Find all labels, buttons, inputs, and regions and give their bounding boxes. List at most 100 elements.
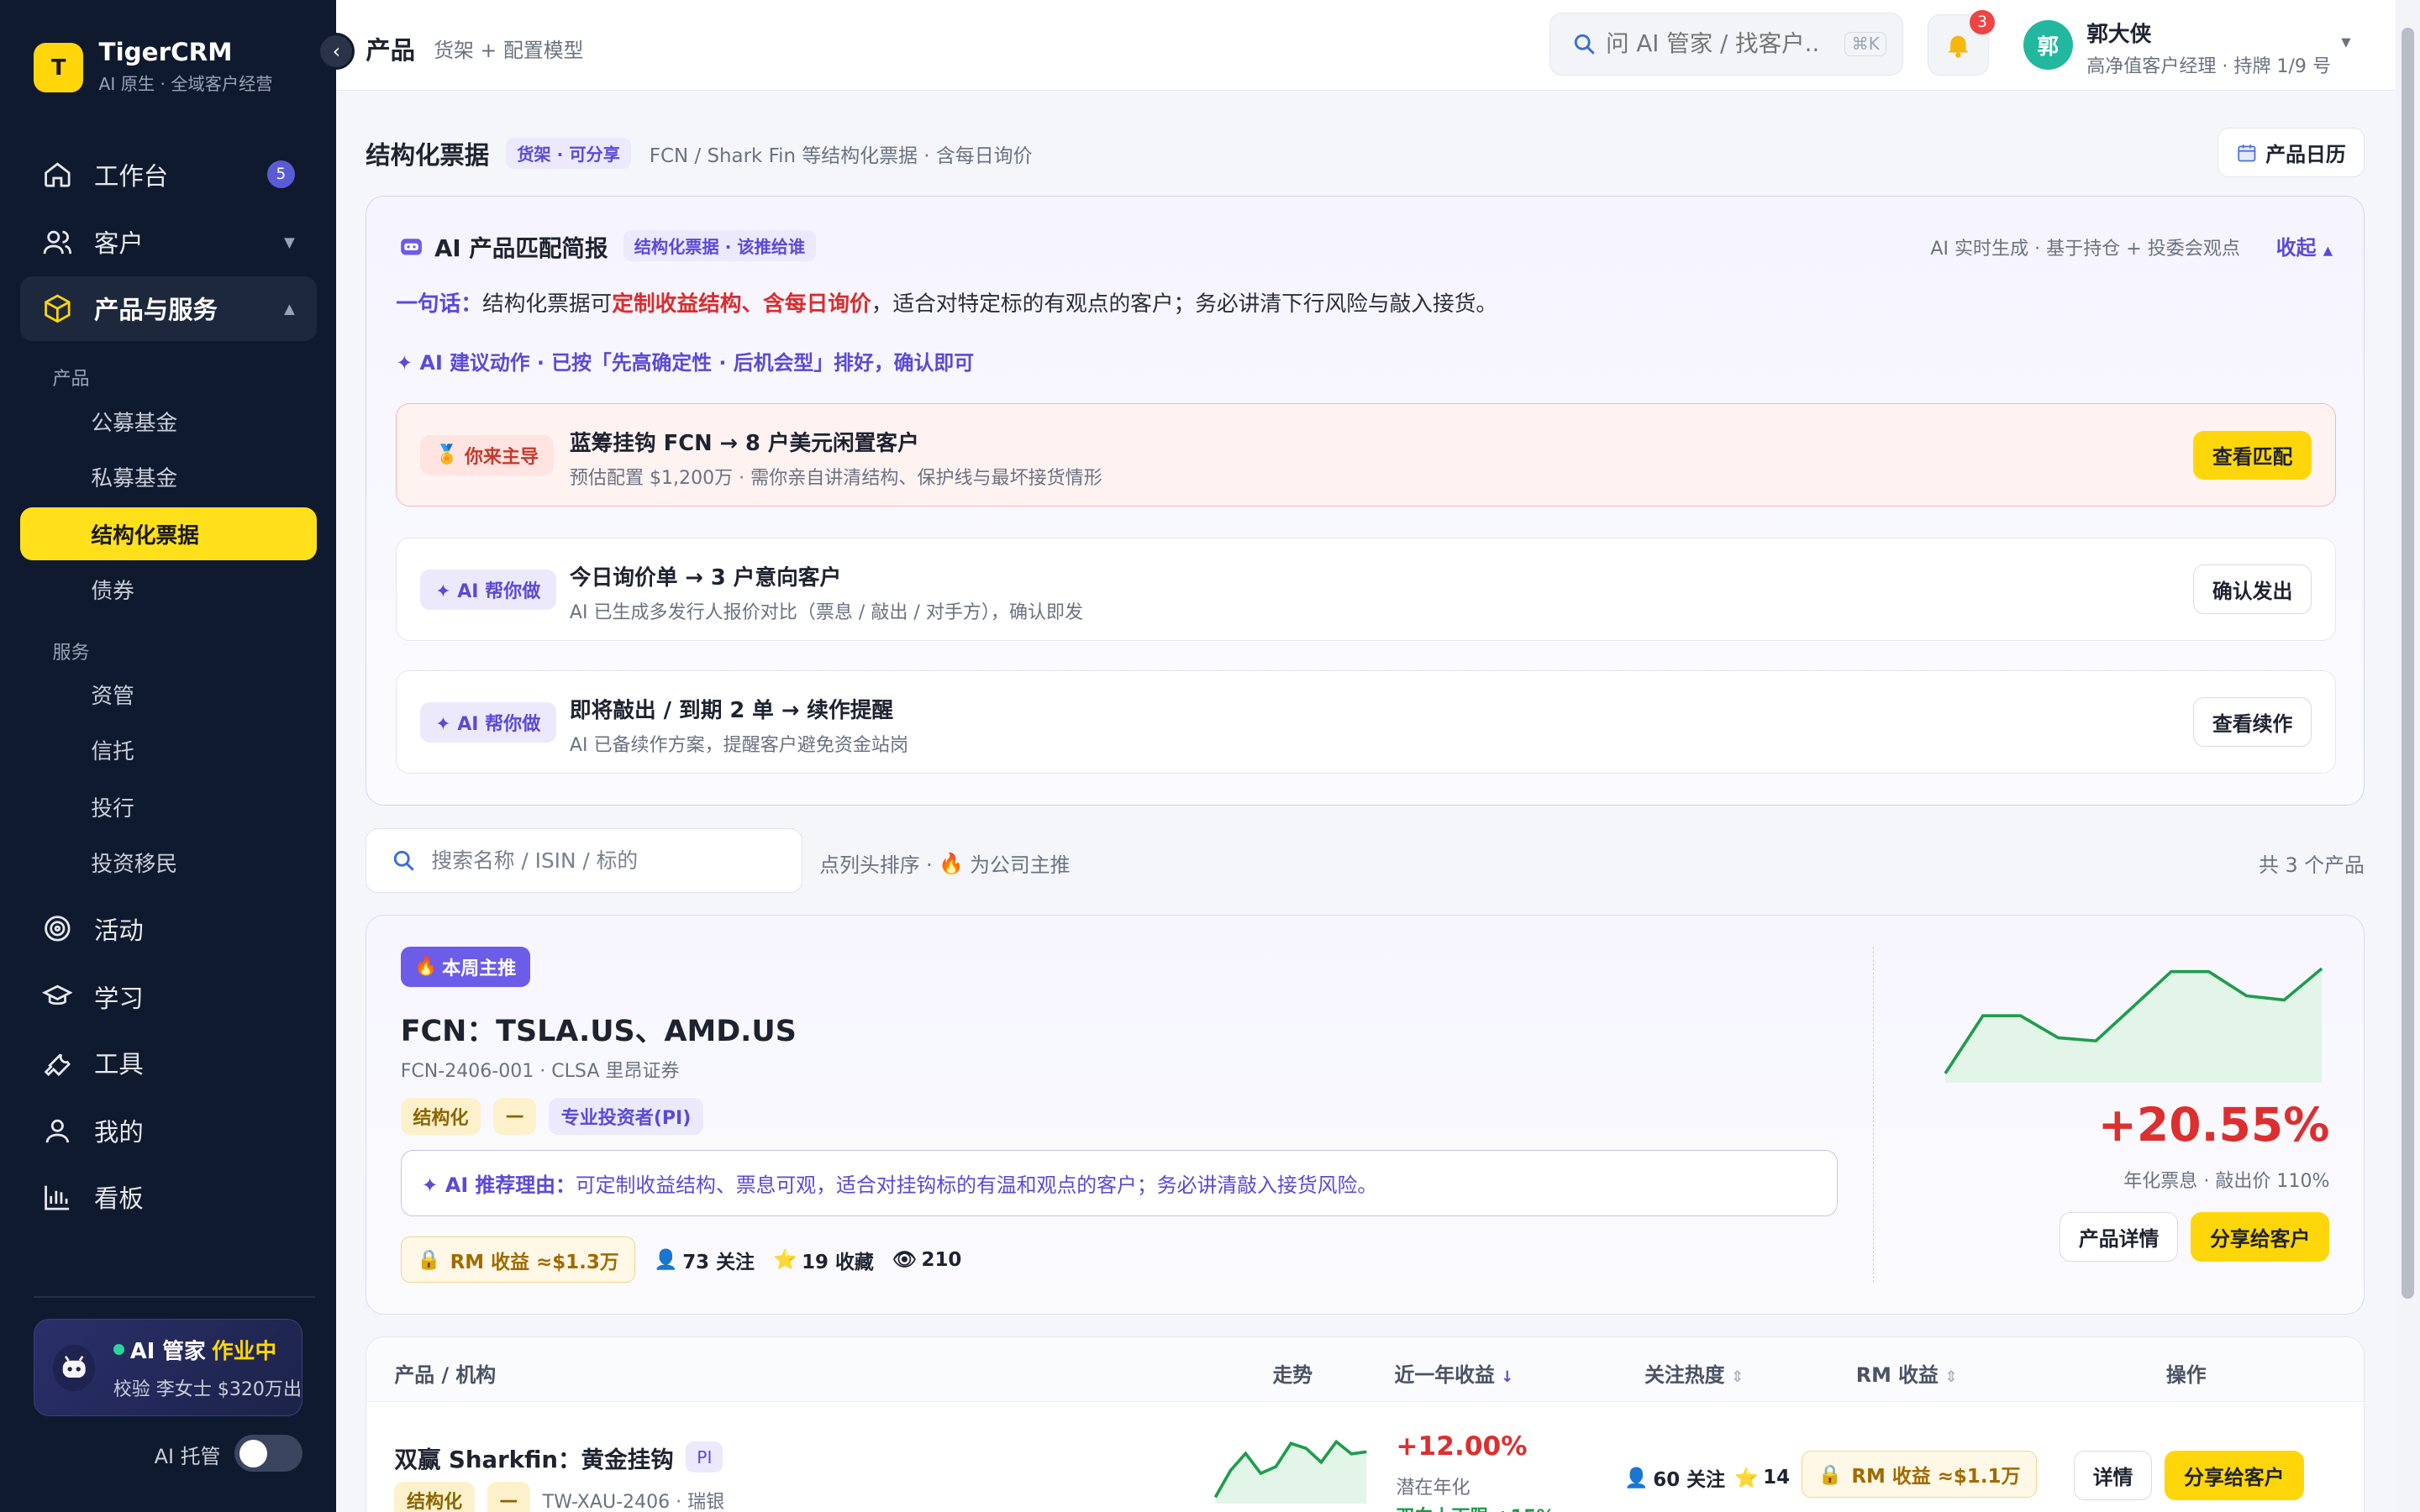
tag: 结构化: [400, 1097, 481, 1135]
featured-title[interactable]: FCN：TSLA.US、AMD.US: [401, 1008, 797, 1050]
th-label: RM 收益: [1855, 1363, 1939, 1388]
ai-reason-text: 可定制收益结构、票息可观，适合对挂钩标的有温和观点的客户；务必讲清敲入接货风险。: [575, 1173, 1378, 1198]
notification-badge: 3: [1970, 10, 1995, 35]
sort-hint-text: 为公司主推: [970, 853, 1071, 878]
row-tags: 结构化 — TW-XAU-2406 · 瑞银: [394, 1482, 724, 1512]
ai-host-label: AI 托管: [154, 1444, 221, 1468]
brand-logo: T: [34, 43, 84, 93]
share-to-client-button[interactable]: 分享给客户: [2191, 1211, 2330, 1262]
sidebar-item-label: 看板: [94, 1184, 144, 1214]
confirm-send-button[interactable]: 确认发出: [2192, 564, 2312, 615]
th-product[interactable]: 产品 / 机构: [394, 1358, 496, 1388]
followers-stat: 👤 60 关注: [1624, 1463, 1725, 1492]
brief-suggestion: ✦ AI 建议动作 · 已按「先高确定性 · 后机会型」排好，确认即可: [396, 351, 975, 375]
followers-count: 60 关注: [1653, 1469, 1726, 1492]
sidebar-sub-immigration[interactable]: 投资移民: [20, 836, 317, 888]
eye-icon: 👁: [892, 1249, 917, 1272]
product-search[interactable]: [366, 828, 803, 894]
sidebar-sub-trust[interactable]: 信托: [20, 723, 317, 775]
sidebar-item-workbench[interactable]: 工作台 5: [20, 142, 317, 207]
sidebar-item-label: 工作台: [94, 161, 169, 191]
sidebar-item-label: 客户: [94, 229, 144, 259]
search-icon: [1574, 34, 1595, 55]
sidebar-item-products[interactable]: 产品与服务 ▲: [19, 276, 317, 341]
rm-income-pill: 🔒 RM 收益 ≈$1.3万: [400, 1236, 636, 1284]
sort-icon: ⇕: [1730, 1368, 1744, 1387]
user-name[interactable]: 郭大侠: [2086, 17, 2151, 48]
app-root: T TigerCRM AI 原生 · 全域客户经营 工作台 5 客户 ▼ 产品与…: [0, 0, 2420, 1512]
row-actions: 详情 分享给客户: [2073, 1451, 2304, 1501]
row-share-button[interactable]: 分享给客户: [2165, 1451, 2304, 1501]
summary-label: 一句话：: [396, 291, 483, 317]
sidebar-item-activities[interactable]: 活动: [20, 896, 317, 961]
user-icon: 👤: [1624, 1467, 1649, 1489]
sidebar-divider: [34, 1295, 315, 1298]
scrollbar-thumb[interactable]: [2401, 28, 2414, 1299]
th-label: 产品 / 机构: [394, 1363, 497, 1388]
sparkline-area: [1945, 968, 2323, 1083]
sidebar-item-label: 产品与服务: [94, 296, 218, 325]
brief-pill: 结构化票据 · 该推给谁: [623, 230, 816, 262]
th-return[interactable]: 近一年收益 ↓: [1395, 1358, 1514, 1388]
brand[interactable]: T TigerCRM AI 原生 · 全域客户经营: [34, 37, 272, 95]
product-calendar-button[interactable]: 产品日历: [2217, 128, 2365, 178]
th-rm[interactable]: RM 收益 ⇕: [1856, 1358, 1958, 1388]
sidebar-item-learning[interactable]: 学习: [20, 964, 317, 1029]
robot-icon: [401, 239, 422, 255]
sidebar-sub-structured-notes[interactable]: 结构化票据: [19, 507, 317, 560]
sidebar-sub-investment-bank[interactable]: 投行: [20, 780, 317, 832]
action-sub: 预估配置 $1,200万 · 需你亲自讲清结构、保护线与最坏接货情形: [569, 468, 1102, 490]
featured-return-sub: 年化票息 · 敲出价 110%: [2123, 1170, 2330, 1192]
row-product-name[interactable]: 双赢 Sharkfin：黄金挂钩 PI: [394, 1441, 723, 1474]
ai-search-input[interactable]: [1606, 30, 1823, 58]
notifications-button[interactable]: 3: [1928, 10, 1995, 76]
wrench-icon: [44, 1053, 71, 1077]
avatar[interactable]: 郭: [2023, 19, 2073, 70]
sidebar-item-me[interactable]: 我的: [20, 1099, 317, 1163]
chevron-up-icon: ▲: [2323, 243, 2333, 258]
row-rm: 🔒 RM 收益 ≈$1.1万: [1802, 1451, 2037, 1498]
ai-reason-label: ✦ AI 推荐理由：: [421, 1173, 576, 1198]
th-heat[interactable]: 关注热度 ⇕: [1644, 1358, 1744, 1388]
ai-card-status: 作业中: [212, 1339, 277, 1365]
chevron-down-icon: ▼: [284, 234, 295, 250]
featured-stats: 🔒 RM 收益 ≈$1.3万 👤 73 关注 ⭐ 19 收藏 👁 210: [400, 1236, 961, 1284]
action-tag-label: 你来主导: [464, 446, 539, 468]
sidebar-badge: 5: [266, 160, 295, 189]
page-title: 产品: [366, 35, 416, 65]
bell-icon: [1948, 35, 1969, 58]
product-detail-button[interactable]: 产品详情: [2059, 1211, 2179, 1262]
brief-title: AI 产品匹配简报: [434, 234, 608, 262]
rm-income: RM 收益 ≈$1.1万: [1851, 1466, 2021, 1488]
sidebar-sub-public-fund[interactable]: 公募基金: [20, 395, 317, 447]
featured-return: +20.55%: [2097, 1097, 2330, 1152]
product-search-input[interactable]: [431, 848, 771, 874]
view-match-button[interactable]: 查看匹配: [2192, 430, 2312, 480]
sidebar-item-customers[interactable]: 客户 ▼: [20, 210, 317, 275]
sidebar-item-label: 学习: [94, 984, 144, 1013]
ai-reason: ✦ AI 推荐理由： 可定制收益结构、票息可观，适合对挂钩标的有温和观点的客户；务…: [400, 1150, 1838, 1217]
sidebar-item-dashboard[interactable]: 看板: [20, 1165, 317, 1230]
ai-card-name: AI 管家: [129, 1339, 206, 1365]
rm-income: RM 收益 ≈$1.3万: [450, 1251, 619, 1273]
ai-butler-card[interactable]: AI 管家 作业中 校验 李女士 $320万出: [34, 1319, 302, 1417]
section-title: 结构化票据: [366, 140, 490, 170]
sidebar-sub-asset-mgmt[interactable]: 资管: [20, 668, 317, 720]
row-code: TW-XAU-2406 · 瑞银: [542, 1492, 725, 1512]
row-detail-button[interactable]: 详情: [2073, 1451, 2153, 1501]
chevron-left-icon[interactable]: ‹: [318, 32, 355, 70]
brief-collapse-button[interactable]: 收起 ▲: [2276, 231, 2333, 260]
row-return: +12.00%: [1396, 1431, 1528, 1462]
section-header: 结构化票据 货架 · 可分享 FCN / Shark Fin 等结构化票据 · …: [366, 136, 1033, 171]
sidebar-sub-private-fund[interactable]: 私募基金: [20, 450, 317, 502]
chevron-down-icon[interactable]: ▼: [2341, 35, 2350, 50]
sidebar-sub-bonds[interactable]: 债券: [20, 563, 317, 615]
ai-host-toggle[interactable]: [234, 1435, 302, 1473]
status-dot: [113, 1344, 124, 1356]
th-label: 近一年收益: [1394, 1363, 1495, 1388]
view-renewal-button[interactable]: 查看续作: [2192, 697, 2312, 748]
sidebar-item-tools[interactable]: 工具: [20, 1031, 317, 1095]
ai-search[interactable]: ⌘K: [1549, 12, 1903, 76]
sort-desc-icon: ↓: [1501, 1368, 1514, 1387]
nav-group-service: 服务: [52, 642, 90, 664]
